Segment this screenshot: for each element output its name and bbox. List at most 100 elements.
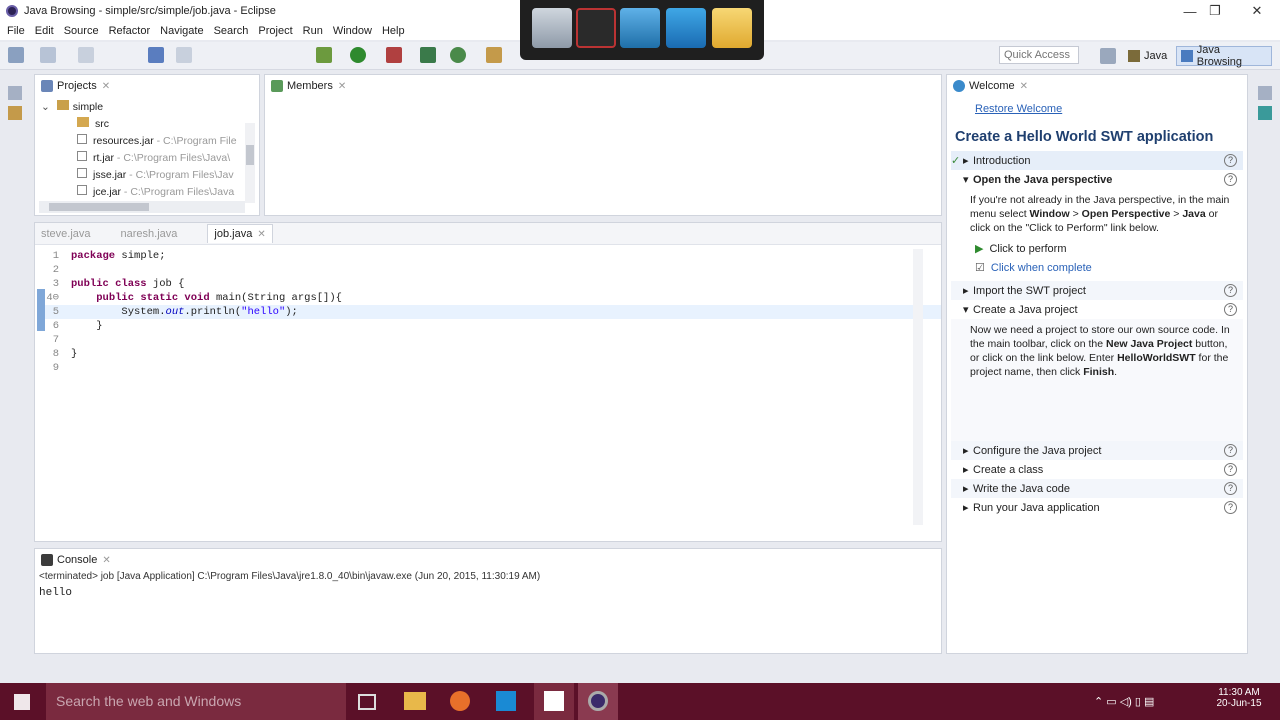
hierarchy-icon[interactable] bbox=[1258, 106, 1272, 120]
help-icon[interactable]: ? bbox=[1224, 303, 1237, 316]
members-panel: Members ✕ bbox=[264, 74, 942, 216]
menu-navigate[interactable]: Navigate bbox=[160, 25, 203, 37]
new-class-icon[interactable] bbox=[450, 47, 466, 63]
help-icon[interactable]: ? bbox=[1224, 463, 1237, 476]
tree-item-src[interactable]: src bbox=[41, 116, 259, 133]
source-folder-icon bbox=[77, 117, 89, 127]
save-icon[interactable] bbox=[40, 47, 56, 63]
new-icon[interactable] bbox=[8, 47, 24, 63]
help-icon[interactable]: ? bbox=[1224, 154, 1237, 167]
app-icon[interactable] bbox=[576, 8, 616, 48]
section-create-class[interactable]: ▸ Create a class? bbox=[951, 460, 1243, 479]
tray-icons[interactable]: ⌃ ▭ ◁) ▯ ▤ bbox=[1094, 695, 1154, 708]
expand-icon: ▸ bbox=[963, 445, 969, 457]
clock[interactable]: 11:30 AM 20-Jun-15 bbox=[1212, 687, 1266, 709]
open-type-icon[interactable] bbox=[486, 47, 502, 63]
menu-edit[interactable]: Edit bbox=[35, 25, 54, 37]
toggle-mark-icon[interactable] bbox=[148, 47, 164, 63]
desktop-dock bbox=[520, 0, 764, 60]
section-configure-project[interactable]: ▸ Configure the Java project? bbox=[951, 441, 1243, 460]
file-explorer-icon[interactable] bbox=[404, 692, 426, 710]
edit-icon[interactable] bbox=[176, 47, 192, 63]
tree-item-jar[interactable]: jce.jar - C:\Program Files\Java bbox=[41, 184, 259, 201]
close-tab-icon[interactable]: ✕ bbox=[1020, 81, 1028, 92]
perspective-java[interactable]: Java bbox=[1124, 46, 1171, 66]
close-tab-icon[interactable]: ✕ bbox=[102, 81, 110, 92]
section-create-java-project[interactable]: ▾ Create a Java project? bbox=[951, 300, 1243, 319]
help-icon[interactable]: ? bbox=[1224, 444, 1237, 457]
restore-right-icon[interactable] bbox=[1258, 86, 1272, 100]
help-icon[interactable]: ? bbox=[1224, 173, 1237, 186]
folder-icon[interactable] bbox=[712, 8, 752, 48]
horizontal-scrollbar[interactable] bbox=[39, 201, 245, 213]
menu-refactor[interactable]: Refactor bbox=[109, 25, 151, 37]
menu-search[interactable]: Search bbox=[214, 25, 249, 37]
close-tab-icon[interactable]: ✕ bbox=[257, 229, 265, 240]
external-tools-icon[interactable] bbox=[386, 47, 402, 63]
help-icon[interactable]: ? bbox=[1224, 501, 1237, 514]
console-tab[interactable]: Console ✕ bbox=[35, 549, 941, 571]
click-when-complete[interactable]: ☑ Click when complete bbox=[951, 258, 1243, 277]
search-box[interactable]: Search the web and Windows bbox=[46, 683, 346, 720]
tree-item-jar[interactable]: rt.jar - C:\Program Files\Java\ bbox=[41, 150, 259, 167]
tab-naresh-java[interactable]: naresh.java bbox=[121, 228, 178, 240]
expand-icon: ▸ bbox=[963, 483, 969, 495]
close-button[interactable]: ✕ bbox=[1237, 0, 1277, 22]
collapse-icon: ▾ bbox=[963, 304, 969, 316]
vertical-scrollbar[interactable] bbox=[913, 249, 923, 525]
maximize-button[interactable]: ❐ bbox=[1195, 0, 1235, 22]
scroll-thumb[interactable] bbox=[49, 203, 149, 211]
menu-file[interactable]: File bbox=[7, 25, 25, 37]
task-view-icon[interactable] bbox=[358, 694, 376, 710]
menu-window[interactable]: Window bbox=[333, 25, 372, 37]
section-introduction[interactable]: ✓ ▸ Introduction? bbox=[951, 151, 1243, 170]
tab-steve-java[interactable]: steve.java bbox=[41, 228, 91, 240]
click-to-perform[interactable]: ▶ Click to perform bbox=[951, 239, 1243, 258]
ccleaner-icon bbox=[544, 691, 564, 711]
restore-icon[interactable] bbox=[8, 86, 22, 100]
tree-item-jar[interactable]: resources.jar - C:\Program File bbox=[41, 133, 259, 150]
start-windows-icon[interactable] bbox=[14, 694, 30, 710]
save-all-icon[interactable] bbox=[78, 47, 94, 63]
help-icon[interactable]: ? bbox=[1224, 482, 1237, 495]
close-tab-icon[interactable]: ✕ bbox=[102, 555, 110, 566]
code-line: 4⊖ public static void main(String args[]… bbox=[46, 292, 342, 304]
computer-icon[interactable] bbox=[620, 8, 660, 48]
new-java-project-icon[interactable] bbox=[420, 47, 436, 63]
store-icon[interactable] bbox=[496, 691, 516, 711]
section-write-code[interactable]: ▸ Write the Java code? bbox=[951, 479, 1243, 498]
run-icon[interactable] bbox=[350, 47, 366, 63]
section-import-swt[interactable]: ▸ Import the SWT project? bbox=[951, 281, 1243, 300]
projects-tab[interactable]: Projects ✕ bbox=[35, 75, 259, 97]
firefox-icon[interactable] bbox=[450, 691, 470, 711]
debug-icon[interactable] bbox=[316, 47, 332, 63]
tree-item-simple[interactable]: ⌄ simple bbox=[41, 99, 259, 116]
restore-welcome-link[interactable]: Restore Welcome bbox=[947, 97, 1247, 115]
quick-access-input[interactable] bbox=[999, 46, 1079, 64]
menu-project[interactable]: Project bbox=[258, 25, 292, 37]
section-run-application[interactable]: ▸ Run your Java application? bbox=[951, 498, 1243, 517]
package-explorer-icon[interactable] bbox=[8, 106, 22, 120]
ccleaner-task[interactable] bbox=[534, 683, 574, 720]
menu-help[interactable]: Help bbox=[382, 25, 405, 37]
menu-run[interactable]: Run bbox=[303, 25, 323, 37]
help-icon[interactable]: ? bbox=[1224, 284, 1237, 297]
perspective-java-browsing[interactable]: Java Browsing bbox=[1176, 44, 1272, 68]
welcome-tab[interactable]: Welcome ✕ bbox=[947, 75, 1247, 97]
tree-item-jar[interactable]: jsse.jar - C:\Program Files\Jav bbox=[41, 167, 259, 184]
members-tab[interactable]: Members ✕ bbox=[265, 75, 941, 97]
welcome-icon bbox=[953, 80, 965, 92]
section-text: Now we need a project to store our own s… bbox=[951, 319, 1243, 441]
open-perspective-icon[interactable] bbox=[1100, 48, 1116, 64]
console-output[interactable]: hello bbox=[35, 582, 941, 604]
control-panel-icon[interactable] bbox=[666, 8, 706, 48]
code-area[interactable]: 1 package simple; 2 3 public class job { 4… bbox=[35, 245, 941, 375]
scroll-thumb[interactable] bbox=[246, 145, 254, 165]
menu-source[interactable]: Source bbox=[64, 25, 99, 37]
tab-job-java[interactable]: job.java ✕ bbox=[207, 224, 273, 243]
section-open-java-perspective[interactable]: ▾ Open the Java perspective? bbox=[951, 170, 1243, 189]
vertical-scrollbar[interactable] bbox=[245, 123, 255, 203]
close-tab-icon[interactable]: ✕ bbox=[338, 81, 346, 92]
recycle-bin-icon[interactable] bbox=[532, 8, 572, 48]
eclipse-task[interactable] bbox=[578, 683, 618, 720]
